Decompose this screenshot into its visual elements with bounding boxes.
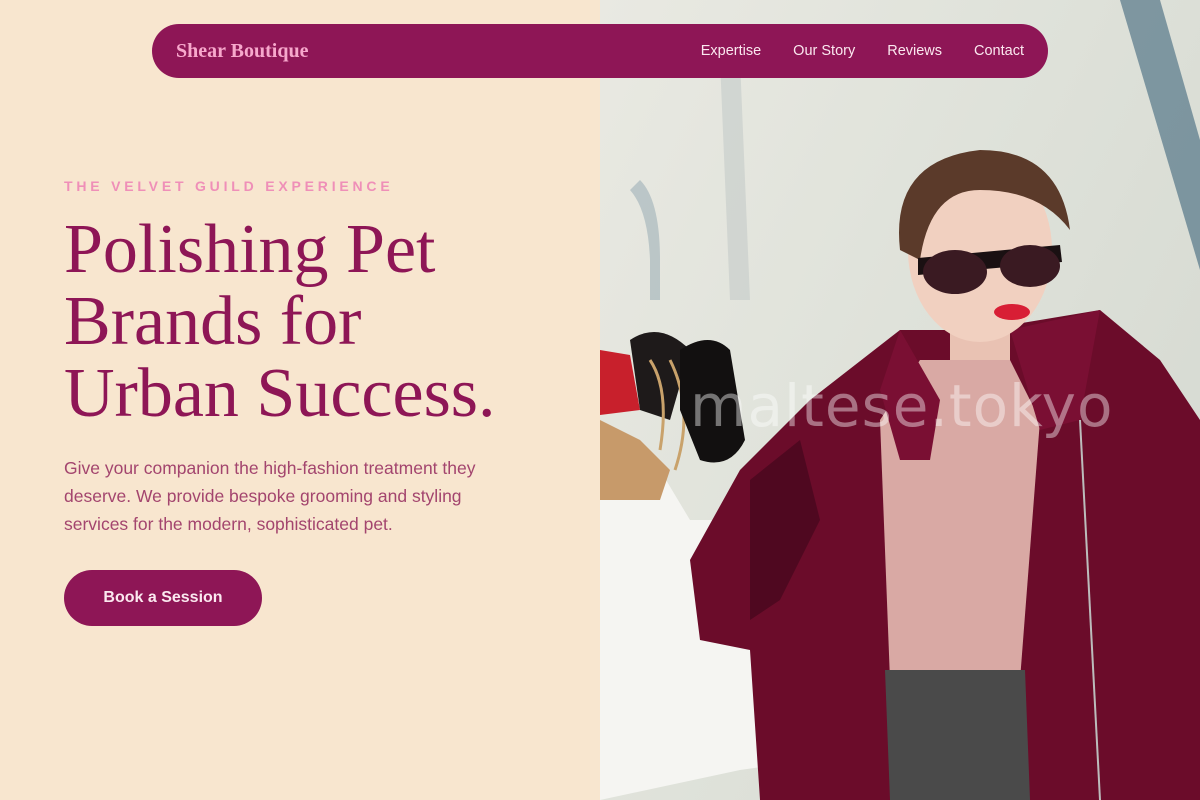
nav-link-reviews[interactable]: Reviews: [887, 43, 942, 59]
headline-line-3: Urban Success.: [64, 355, 496, 432]
navbar: Shear Boutique Expertise Our Story Revie…: [152, 24, 1048, 78]
nav-link-contact[interactable]: Contact: [974, 43, 1024, 59]
nav-link-our-story[interactable]: Our Story: [793, 43, 855, 59]
nav-link-expertise[interactable]: Expertise: [701, 43, 761, 59]
headline-line-2: Brands for: [64, 283, 362, 360]
brand-logo-link[interactable]: Shear Boutique: [176, 40, 308, 63]
nav-links: Expertise Our Story Reviews Contact: [701, 43, 1024, 59]
hero-description: Give your companion the high-fashion tre…: [64, 458, 476, 534]
book-session-button[interactable]: Book a Session: [64, 570, 262, 626]
headline-line-1: Polishing Pet: [64, 211, 436, 288]
hero-eyebrow: THE VELVET GUILD EXPERIENCE: [64, 178, 394, 194]
watermark: maltese.tokyo: [690, 372, 1114, 440]
hero-headline: Polishing Pet Brands for Urban Success.: [64, 214, 584, 430]
